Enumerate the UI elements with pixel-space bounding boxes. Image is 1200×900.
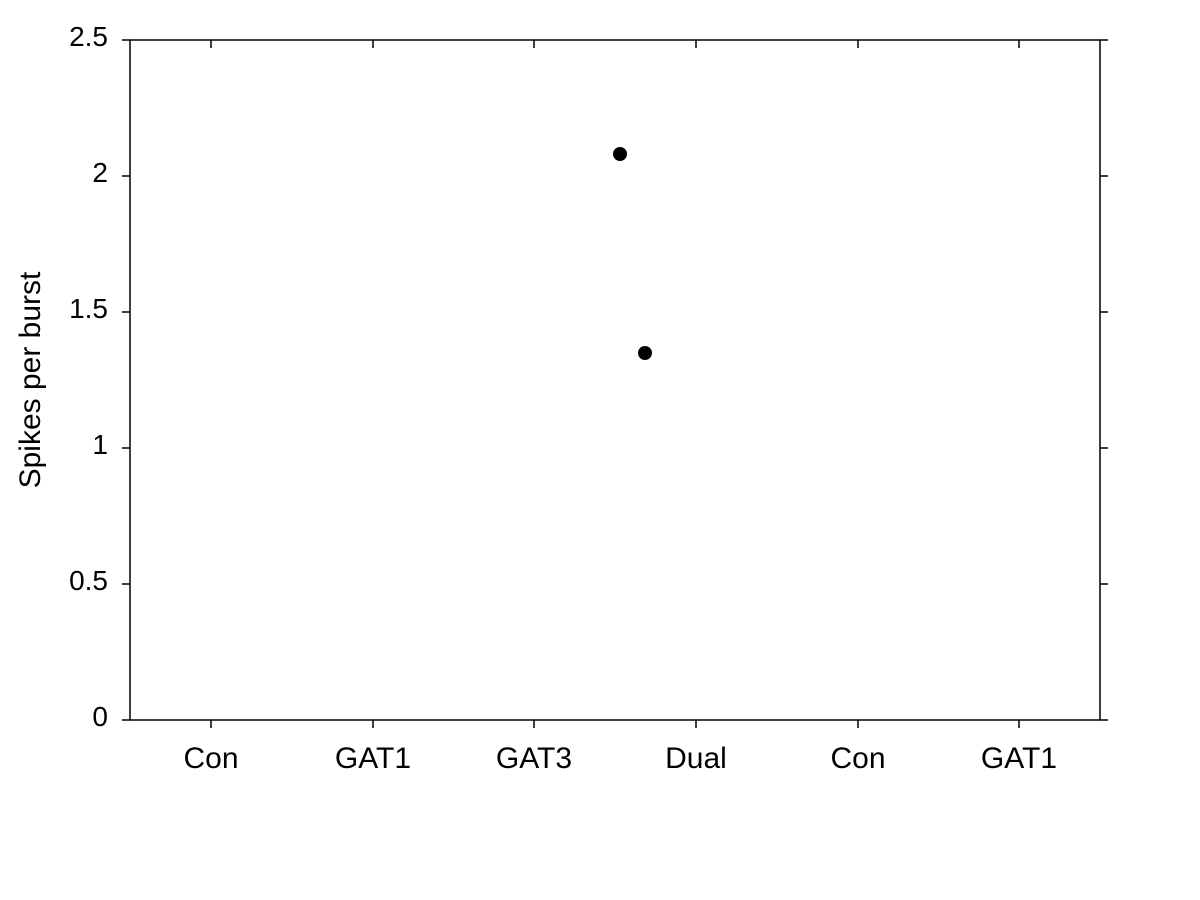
xlabel-con1: Con <box>183 742 238 775</box>
ylabel-1.5: 1.5 <box>69 293 108 324</box>
ylabel-2.0: 2 <box>92 157 108 188</box>
xlabel-gat3: GAT3 <box>496 742 572 775</box>
datapoint-high <box>613 147 627 161</box>
xlabel-gat1: GAT1 <box>335 742 411 775</box>
xlabel-gat1-2: GAT1 <box>981 742 1057 775</box>
ylabel-0: 0 <box>92 701 108 732</box>
yaxis-label: Spikes per burst <box>14 271 47 488</box>
xlabel-con2: Con <box>830 742 885 775</box>
ylabel-1.0: 1 <box>92 429 108 460</box>
ylabel-0.5: 0.5 <box>69 565 108 596</box>
ylabel-2.5: 2.5 <box>69 21 108 52</box>
xlabel-dual: Dual <box>665 742 727 775</box>
chart-container: 2.5 2 1.5 1 0.5 0 Spikes per burst Con G… <box>0 0 1200 900</box>
datapoint-low <box>638 346 652 360</box>
